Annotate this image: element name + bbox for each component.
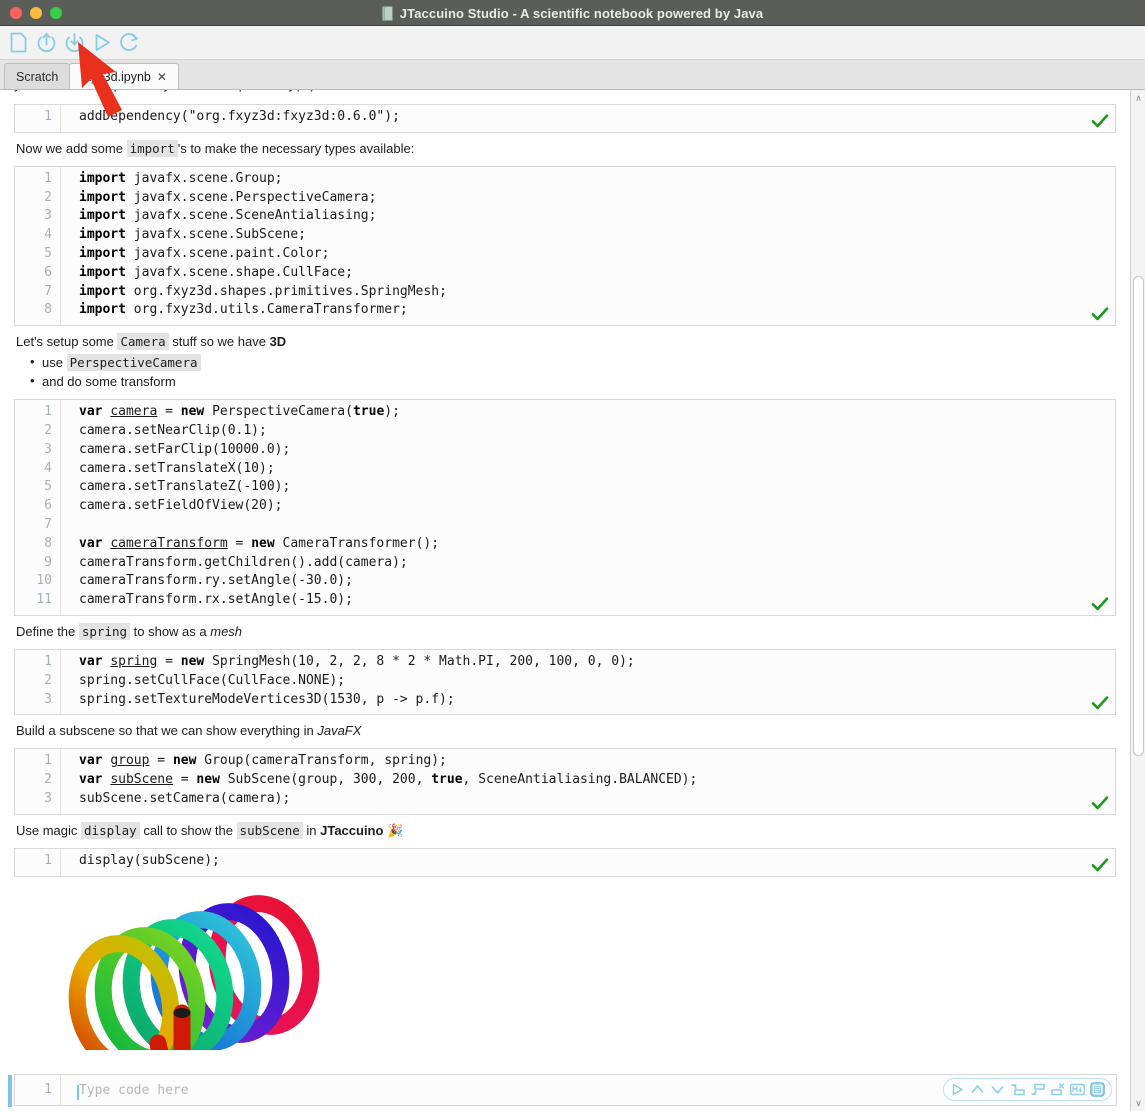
upload-circle-icon xyxy=(37,33,55,53)
line-number-gutter: 1 xyxy=(15,105,61,132)
line-number-gutter: 123 xyxy=(15,649,61,715)
scrollbar-thumb[interactable] xyxy=(1133,276,1144,756)
insert-above-icon xyxy=(1010,1084,1025,1096)
markdown-text: Build a subscene so that we can show eve… xyxy=(16,723,362,739)
download-circle-icon xyxy=(65,33,83,53)
refresh-icon xyxy=(119,33,138,51)
scroll-up-button[interactable]: ∧ xyxy=(1131,90,1145,106)
insert-cell-above-button[interactable] xyxy=(1009,1081,1026,1098)
line-number-gutter: 123 xyxy=(15,749,61,814)
markdown-text: Let's setup some Camera stuff so we have… xyxy=(16,333,1116,391)
scroll-down-button[interactable]: ∨ xyxy=(1131,1095,1145,1111)
code-editor[interactable]: var spring = new SpringMesh(10, 2, 2, 8 … xyxy=(61,650,1115,714)
code-editor[interactable]: display(subScene); xyxy=(61,849,1115,876)
chevron-down-icon xyxy=(991,1086,1004,1094)
restart-kernel-button[interactable] xyxy=(117,29,143,57)
cell-toolbar xyxy=(943,1078,1112,1101)
execution-success-icon xyxy=(1091,597,1109,611)
play-icon xyxy=(952,1083,963,1096)
markdown-cell[interactable]: Define the spring to show as a mesh xyxy=(16,622,1116,641)
markdown-text: Define the spring to show as a mesh xyxy=(16,622,243,640)
code-cell[interactable]: 1 addDependency("org.fxyz3d:fxyz3d:0.6.0… xyxy=(14,104,1116,133)
delete-cell-icon xyxy=(1050,1083,1064,1096)
code-cell[interactable]: 123 var group = new Group(cameraTransfor… xyxy=(14,748,1116,815)
markdown-text: Use magic display call to show the subSc… xyxy=(16,821,404,839)
markdown-text: Now we add some import's to make the nec… xyxy=(16,139,415,157)
main-toolbar xyxy=(0,26,1145,60)
cell-output xyxy=(14,883,1116,1050)
line-number-gutter: 1 xyxy=(15,848,61,876)
zoom-window-button[interactable] xyxy=(50,6,62,19)
delete-cell-button[interactable] xyxy=(1049,1081,1066,1098)
text-caret xyxy=(77,1084,79,1100)
new-notebook-button[interactable] xyxy=(5,29,31,57)
title-bar: JTaccuino Studio - A scientific notebook… xyxy=(0,0,1145,26)
line-number-gutter: 1 2 3 4 5 6 7 8 9 10 11 xyxy=(15,400,61,615)
markdown-cell[interactable]: Now we add some import's to make the nec… xyxy=(16,139,1116,158)
markdown-icon xyxy=(1070,1083,1085,1096)
line-number-gutter: 12345678 xyxy=(15,166,61,326)
vertical-scrollbar[interactable]: ∧ ∨ xyxy=(1130,90,1145,1111)
document-icon xyxy=(10,32,26,53)
tab-label: fxyz3d.ipynb xyxy=(81,69,151,84)
notebook-icon xyxy=(381,5,393,21)
clipped-markdown-text: you can add a dependency with addDepende… xyxy=(14,90,315,92)
tab-label: Scratch xyxy=(16,69,59,84)
window-title: JTaccuino Studio - A scientific notebook… xyxy=(399,5,764,21)
markdown-cell[interactable]: Use magic display call to show the subSc… xyxy=(16,821,1116,840)
code-editor[interactable]: addDependency("org.fxyz3d:fxyz3d:0.6.0")… xyxy=(61,105,1115,132)
tab-scratch[interactable]: Scratch xyxy=(4,63,71,89)
code-cell-body: 12345678 import javafx.scene.Group; impo… xyxy=(15,166,1115,326)
code-input-placeholder: Type code here xyxy=(79,1082,189,1098)
insert-below-icon xyxy=(1030,1083,1045,1095)
editor-tab-bar: Scratch fxyz3d.ipynb ✕ xyxy=(0,60,1145,90)
execution-success-icon xyxy=(1091,857,1109,871)
new-cell-area: 1 Type code here xyxy=(0,1052,1145,1111)
execution-success-icon xyxy=(1091,696,1109,710)
play-icon xyxy=(95,34,110,51)
code-cell-body: 1 display(subScene); xyxy=(15,848,1115,876)
spring-mesh-render xyxy=(66,893,366,1050)
execution-success-icon xyxy=(1091,796,1109,810)
active-cell-indicator xyxy=(8,1075,12,1107)
save-notebook-button[interactable] xyxy=(61,29,87,57)
execution-success-icon xyxy=(1091,114,1109,128)
open-notebook-button[interactable] xyxy=(33,29,59,57)
insert-cell-below-button[interactable] xyxy=(1029,1081,1046,1098)
code-cell[interactable]: 12345678 import javafx.scene.Group; impo… xyxy=(14,165,1116,327)
markdown-cell[interactable]: Build a subscene so that we can show eve… xyxy=(16,721,1116,740)
markdown-cell-type-button[interactable] xyxy=(1069,1081,1086,1098)
move-cell-up-button[interactable] xyxy=(969,1081,986,1098)
code-cell-body: 1 2 3 4 5 6 7 8 9 10 11 var camera = new Perspecti… xyxy=(15,400,1115,615)
execution-success-icon xyxy=(1091,307,1109,321)
window-title-group: JTaccuino Studio - A scientific notebook… xyxy=(0,0,1145,26)
code-editor[interactable]: var camera = new PerspectiveCamera(true)… xyxy=(61,400,1115,615)
code-cell[interactable]: 1 display(subScene); xyxy=(14,847,1116,877)
minimize-window-button[interactable] xyxy=(30,6,42,19)
code-editor[interactable]: var group = new Group(cameraTransform, s… xyxy=(61,749,1115,813)
close-icon[interactable]: ✕ xyxy=(157,71,167,83)
run-cell-button[interactable] xyxy=(949,1081,966,1098)
close-window-button[interactable] xyxy=(10,6,22,19)
clipped-markdown-row: you can add a dependency with addDepende… xyxy=(14,90,1116,96)
code-input-cell[interactable]: 1 Type code here xyxy=(8,1074,1117,1107)
tab-fxyz3d-ipynb[interactable]: fxyz3d.ipynb ✕ xyxy=(69,63,179,89)
code-cell-type-button[interactable] xyxy=(1089,1081,1106,1098)
code-cell-body: 123 var spring = new SpringMesh(10, 2, 2… xyxy=(15,649,1115,715)
move-cell-down-button[interactable] xyxy=(989,1081,1006,1098)
code-cell-body: 123 var group = new Group(cameraTransfor… xyxy=(15,749,1115,814)
code-cell-icon xyxy=(1090,1082,1105,1097)
code-editor[interactable]: import javafx.scene.Group; import javafx… xyxy=(61,167,1115,325)
code-cell[interactable]: 1 2 3 4 5 6 7 8 9 10 11 var camera = new Perspecti… xyxy=(14,399,1116,616)
traffic-lights xyxy=(0,6,62,19)
code-cell-body: 1 addDependency("org.fxyz3d:fxyz3d:0.6.0… xyxy=(15,105,1115,132)
run-all-button[interactable] xyxy=(89,29,115,57)
markdown-cell[interactable]: Let's setup some Camera stuff so we have… xyxy=(16,332,1116,391)
jtaccuino-window: JTaccuino Studio - A scientific notebook… xyxy=(0,0,1145,1111)
notebook-scroll-area[interactable]: you can add a dependency with addDepende… xyxy=(0,90,1130,1050)
chevron-up-icon xyxy=(971,1085,984,1093)
line-number-gutter: 1 xyxy=(15,1075,61,1105)
code-cell[interactable]: 123 var spring = new SpringMesh(10, 2, 2… xyxy=(14,648,1116,716)
